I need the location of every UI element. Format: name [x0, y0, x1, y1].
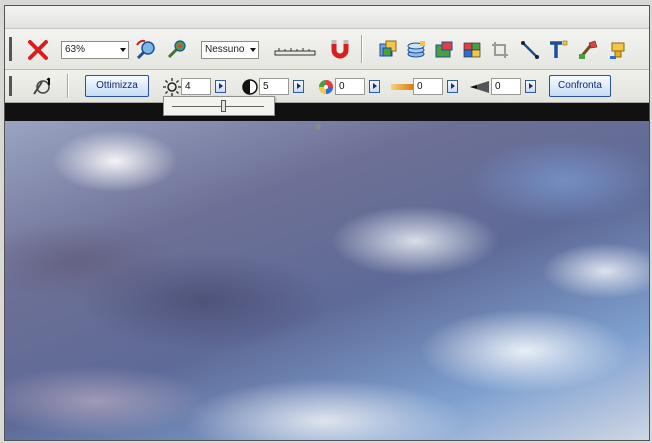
app-window: 63% Nessuno Ottimizza 4 5 0 0 0 Confront… [4, 5, 650, 441]
layers-stack-icon[interactable] [405, 39, 427, 61]
image-insert-icon[interactable] [433, 39, 455, 61]
brightness-icon [163, 78, 181, 96]
line-tool-icon[interactable] [519, 39, 541, 61]
slider-track [172, 106, 264, 107]
zoom-combo[interactable]: 63% [61, 41, 129, 59]
chevron-down-icon [250, 48, 256, 52]
temperature-gradient-icon [391, 84, 413, 90]
text-tool-icon[interactable] [547, 39, 569, 61]
brightness-field[interactable]: 4 [181, 78, 211, 95]
brightness-spin-button[interactable] [215, 80, 226, 93]
window-titlebar [5, 6, 649, 29]
magnet-icon[interactable] [329, 38, 351, 60]
stamp-icon[interactable] [607, 39, 629, 61]
auto-adjust-icon[interactable] [31, 75, 53, 97]
selection-combo[interactable]: Nessuno [201, 41, 259, 59]
brightness-slider-popup[interactable] [163, 96, 275, 116]
toolbar-separator [67, 74, 68, 98]
paint-brush-icon[interactable] [577, 39, 599, 61]
sharpness-field[interactable]: 0 [491, 78, 521, 95]
sky-image-canvas[interactable] [5, 121, 649, 440]
saturation-field[interactable]: 0 [335, 78, 365, 95]
layer-grid-icon[interactable] [377, 39, 399, 61]
slider-thumb[interactable] [221, 100, 226, 112]
eyedropper-icon[interactable] [165, 39, 187, 61]
sharpness-gradient-icon [470, 81, 489, 93]
chevron-down-icon [120, 48, 126, 52]
sharpness-spin-button[interactable] [525, 80, 536, 93]
optimize-button[interactable]: Ottimizza [85, 75, 149, 97]
contrast-spin-button[interactable] [293, 80, 304, 93]
toolbar-separator [361, 35, 362, 63]
temperature-spin-button[interactable] [447, 80, 458, 93]
main-toolbar: 63% Nessuno [5, 29, 649, 70]
toolbar-grip[interactable] [9, 37, 12, 61]
compare-button[interactable]: Confronta [549, 75, 611, 97]
saturation-spin-button[interactable] [369, 80, 380, 93]
ruler-icon[interactable] [273, 39, 317, 61]
delete-icon[interactable] [27, 39, 49, 61]
contrast-field[interactable]: 5 [259, 78, 289, 95]
image-top-border [5, 103, 649, 121]
temperature-field[interactable]: 0 [413, 78, 443, 95]
zoom-rotate-icon[interactable] [135, 39, 157, 61]
selection-value: Nessuno [205, 44, 245, 55]
resize-handle[interactable] [315, 124, 321, 130]
color-blocks-icon[interactable] [461, 39, 483, 61]
contrast-icon [242, 79, 258, 95]
toolbar-grip[interactable] [9, 76, 12, 96]
zoom-value: 63% [65, 44, 86, 55]
color-wheel-icon [319, 80, 333, 94]
crop-icon[interactable] [489, 39, 511, 61]
adjustment-toolbar: Ottimizza 4 5 0 0 0 Confronta [5, 70, 649, 103]
